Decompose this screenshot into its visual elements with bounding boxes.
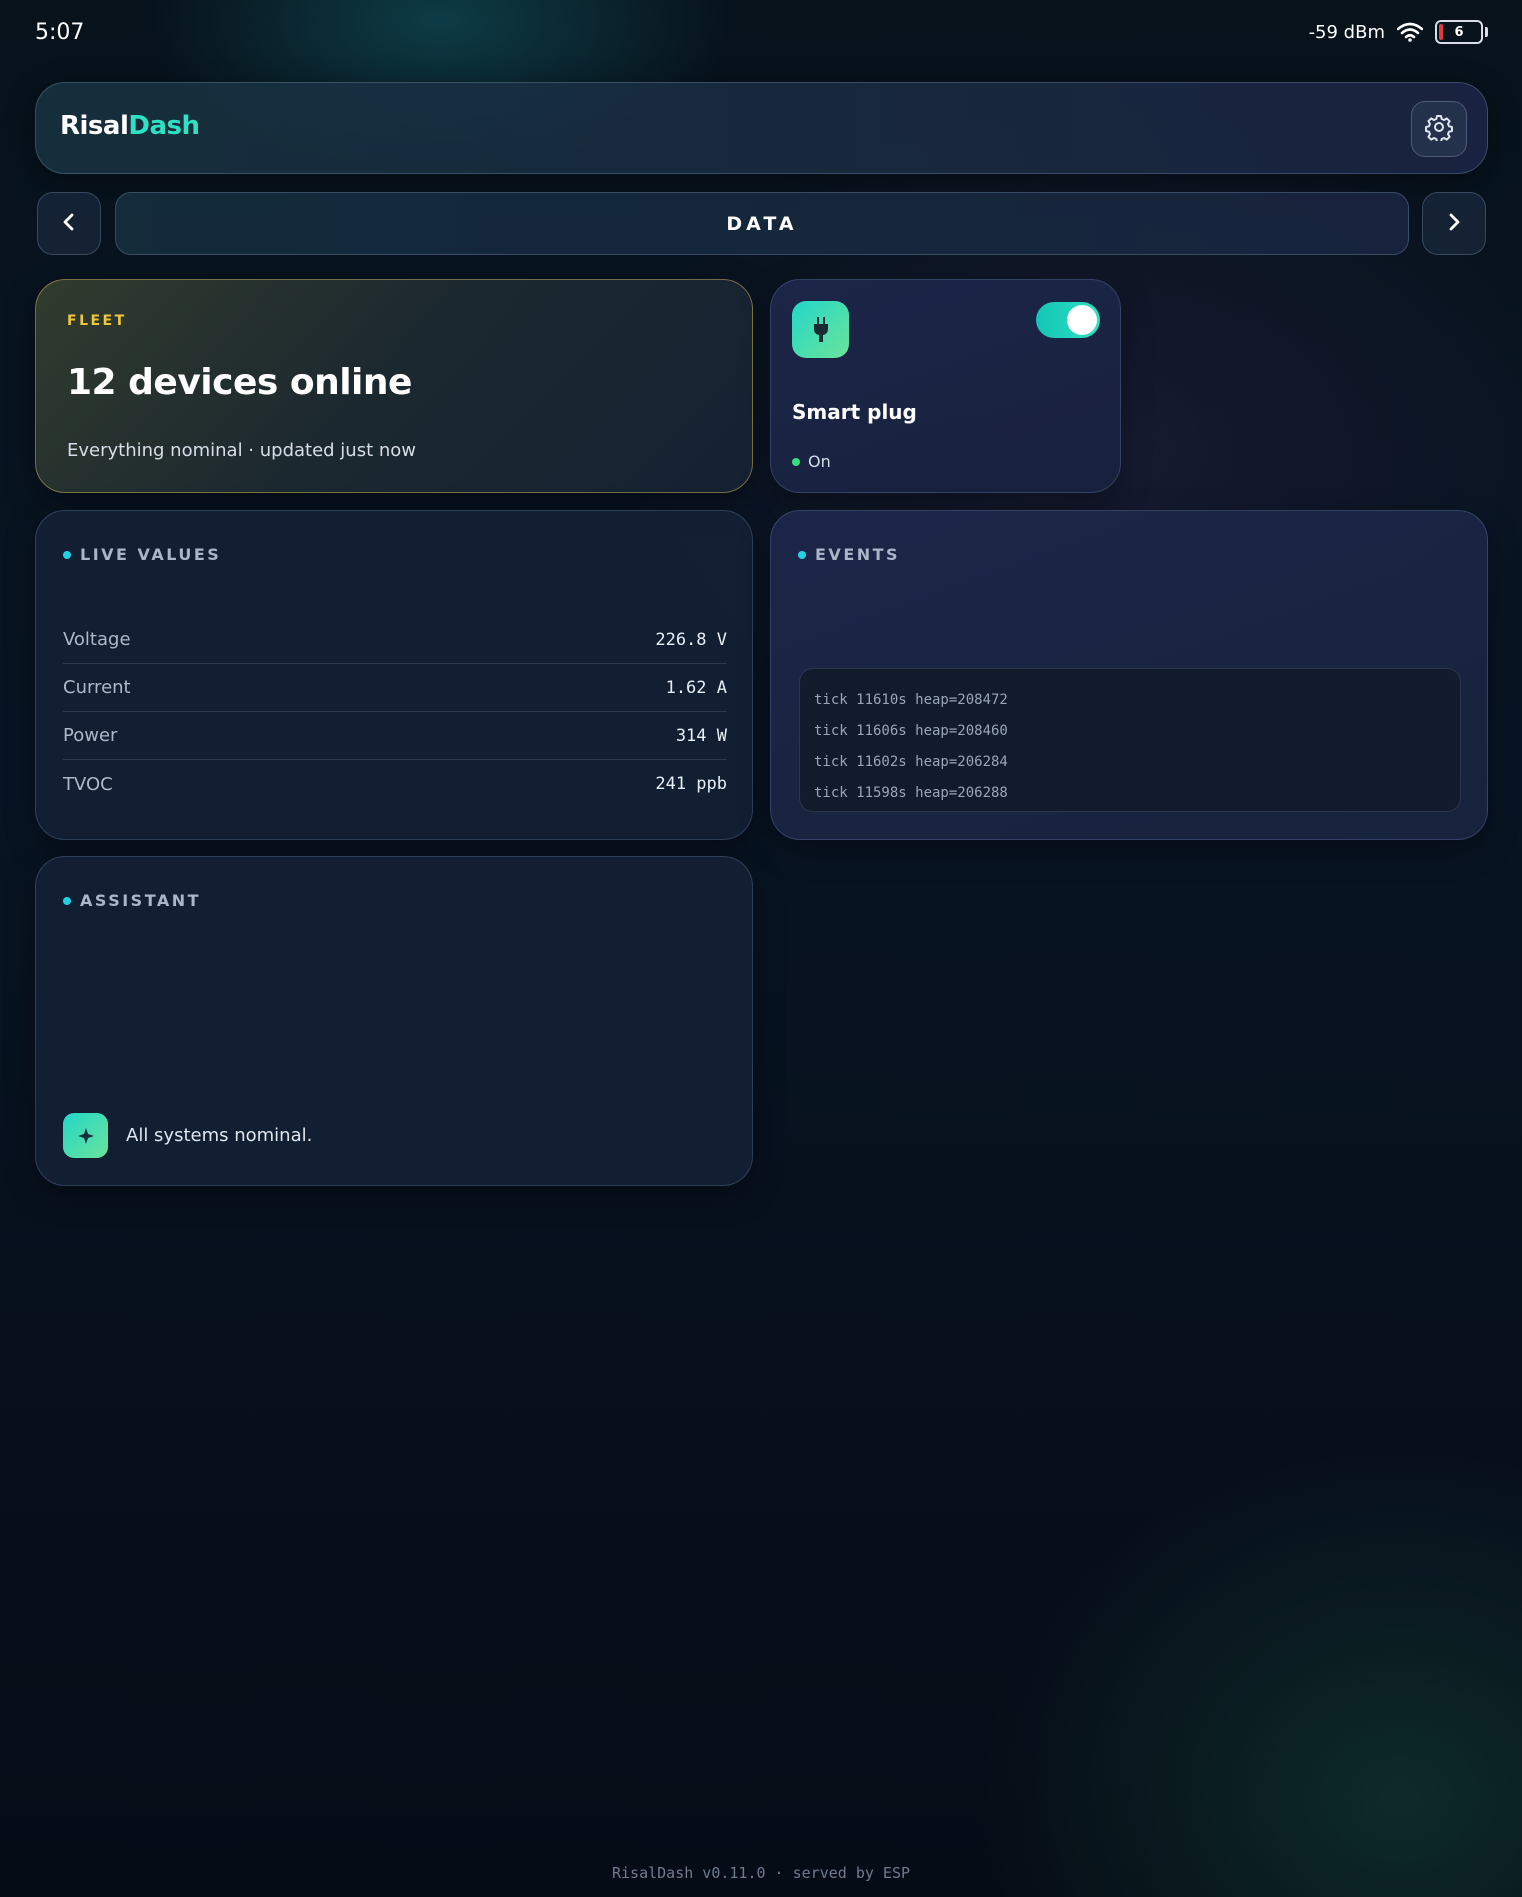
chevron-left-icon [61, 212, 77, 236]
chevron-right-icon [1446, 212, 1462, 236]
brand-logo: RisalDash [60, 111, 200, 141]
sparkle-icon [63, 1113, 108, 1158]
log-line: tick 11602s heap=206284 [814, 754, 1008, 770]
brand-name-part2: Dash [128, 111, 200, 141]
smart-plug-card[interactable]: Smart plug On [770, 279, 1121, 493]
battery-icon: 6 [1435, 20, 1488, 44]
gear-icon [1425, 113, 1453, 145]
toggle-knob [1067, 305, 1097, 335]
log-line: tick 11606s heap=208460 [814, 723, 1008, 739]
metric-row-tvoc: TVOC 241 ppb [63, 760, 727, 808]
battery-level: 6 [1454, 24, 1464, 40]
page-title-bar: DATA [115, 192, 1409, 255]
page-title: DATA [726, 212, 798, 235]
log-line: tick 11598s heap=206288 [814, 785, 1008, 801]
fleet-label: FLEET [67, 313, 127, 329]
smart-plug-status: On [792, 452, 831, 471]
events-title: EVENTS [815, 545, 901, 564]
metric-row-power: Power 314 W [63, 712, 727, 760]
signal-strength: -59 dBm [1308, 21, 1385, 43]
live-values-header: LIVE VALUES [63, 545, 221, 564]
assistant-message: All systems nominal. [63, 1113, 312, 1158]
status-indicators: -59 dBm 6 [1309, 20, 1488, 44]
live-values-title: LIVE VALUES [80, 545, 222, 564]
section-dot-icon [63, 896, 71, 905]
assistant-card: ASSISTANT All systems nominal. [35, 856, 753, 1186]
metric-value: 226.8 V [655, 629, 727, 650]
fleet-subtitle: Everything nominal · updated just now [67, 440, 417, 461]
smart-plug-name: Smart plug [792, 400, 917, 424]
metric-label: TVOC [63, 773, 113, 795]
section-dot-icon [63, 550, 71, 559]
fleet-title: 12 devices online [67, 362, 412, 403]
assistant-message-text: All systems nominal. [126, 1125, 313, 1146]
section-dot-icon [798, 550, 806, 559]
metric-row-current: Current 1.62 A [63, 664, 727, 712]
footer-version: RisalDash v0.11.0 · served by ESP [611, 1864, 910, 1882]
plug-icon [792, 301, 849, 358]
metric-value: 314 W [675, 725, 727, 746]
metrics-list: Voltage 226.8 V Current 1.62 A Power 314… [63, 616, 727, 808]
next-page-button[interactable] [1422, 192, 1486, 255]
live-values-card: LIVE VALUES Voltage 226.8 V Current 1.62… [35, 510, 753, 840]
metric-value: 1.62 A [665, 677, 727, 698]
event-log[interactable]: tick 11610s heap=208472 tick 11606s heap… [799, 668, 1461, 812]
smart-plug-toggle[interactable] [1036, 302, 1100, 338]
events-header: EVENTS [798, 545, 900, 564]
fleet-card: FLEET 12 devices online Everything nomin… [35, 279, 753, 493]
metric-label: Current [63, 677, 131, 698]
status-dot-icon [792, 457, 800, 466]
events-card: EVENTS tick 11610s heap=208472 tick 1160… [770, 510, 1488, 840]
log-line: tick 11610s heap=208472 [814, 692, 1008, 708]
brand-name-part1: Risal [60, 111, 129, 141]
prev-page-button[interactable] [37, 192, 101, 255]
app-header: RisalDash [35, 82, 1488, 174]
metric-row-voltage: Voltage 226.8 V [63, 616, 727, 664]
settings-button[interactable] [1411, 101, 1467, 157]
status-bar: 5:07 -59 dBm 6 [0, 0, 1522, 66]
metric-label: Voltage [63, 629, 131, 650]
smart-plug-state-label: On [808, 452, 831, 471]
metric-label: Power [63, 725, 118, 746]
assistant-header: ASSISTANT [63, 891, 201, 910]
assistant-title: ASSISTANT [80, 891, 202, 910]
metric-value: 241 ppb [655, 774, 727, 794]
wifi-icon [1397, 22, 1423, 42]
status-time: 5:07 [35, 20, 85, 45]
